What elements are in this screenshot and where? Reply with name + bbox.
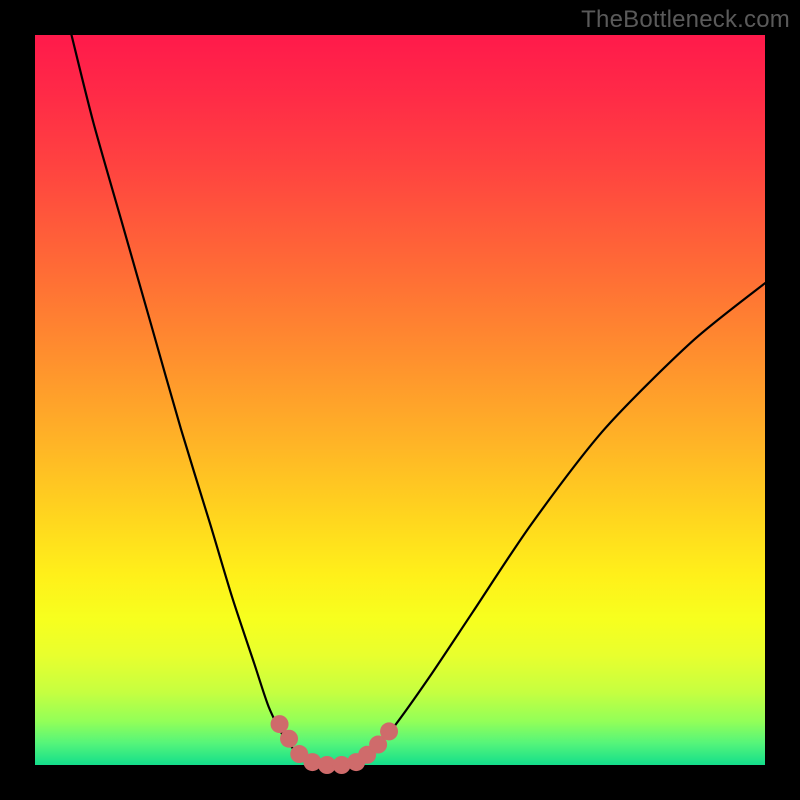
- chart-frame: TheBottleneck.com: [0, 0, 800, 800]
- watermark-text: TheBottleneck.com: [581, 6, 790, 34]
- marker-dot: [380, 722, 398, 740]
- marker-dot: [280, 730, 298, 748]
- plot-area: [35, 35, 765, 765]
- marker-group: [271, 715, 399, 774]
- bottleneck-curve: [72, 35, 766, 766]
- chart-svg: [35, 35, 765, 765]
